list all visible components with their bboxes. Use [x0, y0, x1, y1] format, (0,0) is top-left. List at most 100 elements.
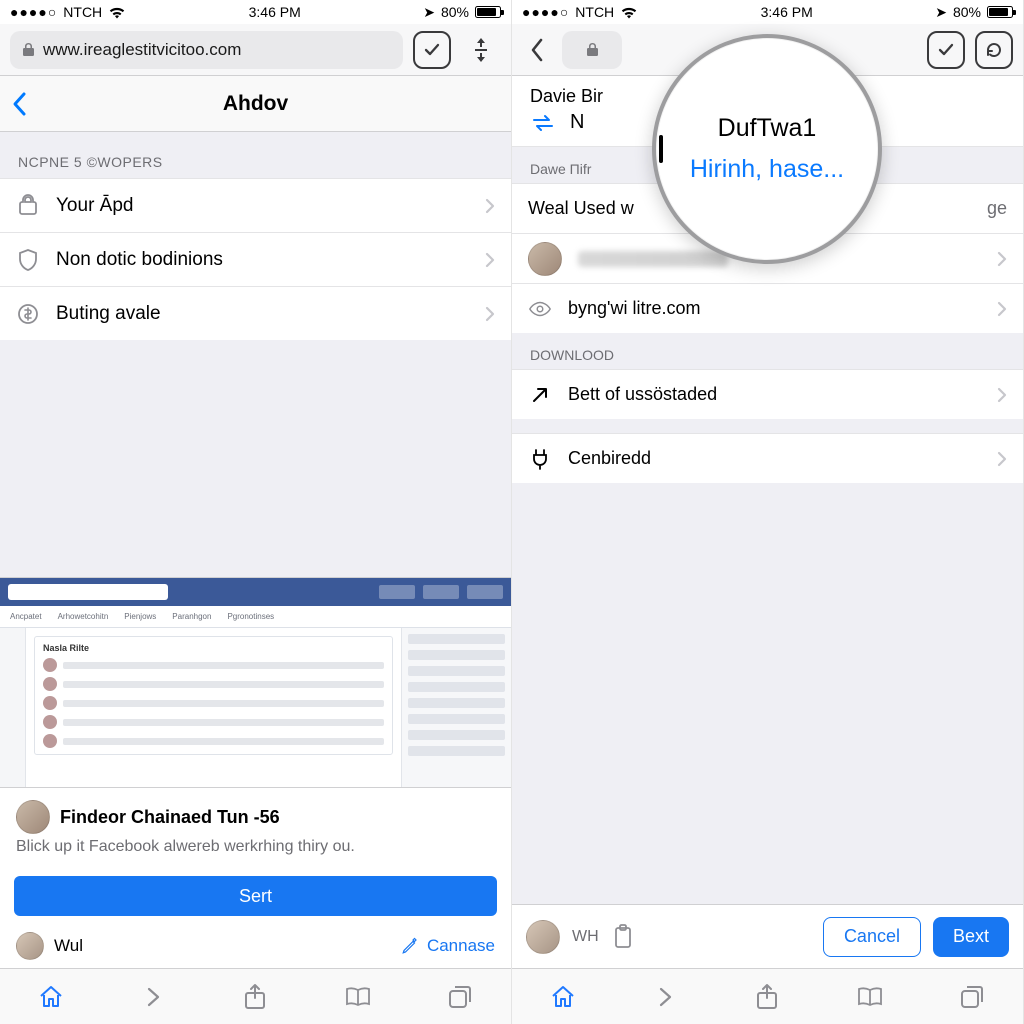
- fb-search-bar: [8, 584, 168, 600]
- battery-icon: [987, 6, 1013, 18]
- share-icon: [754, 983, 780, 1011]
- tabs-icon: [447, 984, 473, 1010]
- coin-icon: [16, 302, 40, 326]
- page-title-bar: Ahdov: [0, 76, 511, 132]
- preview-subtitle: Blick up it Facebook alwereb werkrhing t…: [16, 838, 495, 856]
- tabs-tab[interactable]: [958, 983, 986, 1011]
- wifi-icon: [620, 6, 638, 19]
- chevron-right-icon: [997, 451, 1007, 467]
- location-icon: ➤: [423, 4, 435, 21]
- mini-left-label: Wul: [54, 936, 83, 956]
- chevron-left-icon: [529, 37, 545, 63]
- row-site[interactable]: byng'wi litre.com: [512, 283, 1023, 333]
- status-bar: ●●●●○ NTCH 3:46 PM ➤ 80%: [512, 0, 1023, 24]
- back-button[interactable]: [10, 90, 28, 118]
- chevron-right-icon: [656, 985, 674, 1009]
- clipboard-icon[interactable]: [611, 924, 635, 950]
- row-cenbiredd[interactable]: Cenbiredd: [512, 433, 1023, 483]
- wifi-icon: [108, 6, 126, 19]
- fb-box-heading: Nasla Rilte: [43, 643, 384, 653]
- chevron-left-icon: [10, 90, 28, 118]
- chevron-right-icon: [997, 251, 1007, 267]
- bookmarks-tab[interactable]: [344, 983, 372, 1011]
- wh-label: WH: [572, 928, 599, 946]
- battery-pct: 80%: [441, 4, 469, 20]
- home-icon: [37, 983, 65, 1011]
- carrier-label: NTCH: [63, 4, 102, 20]
- clock: 3:46 PM: [761, 4, 813, 20]
- checkmark-icon: [938, 43, 954, 57]
- right-screenshot: ●●●●○ NTCH 3:46 PM ➤ 80% Davie Bir: [512, 0, 1024, 1024]
- shield-icon: [16, 248, 40, 272]
- share-icon: [242, 983, 268, 1011]
- reload-icon: [985, 41, 1003, 59]
- row-label: Bett of ussöstaded: [568, 384, 981, 405]
- magnifier-loupe: DufTwa1 Hirinh, hase...: [652, 34, 882, 264]
- avatar: [16, 932, 44, 960]
- mini-right-link[interactable]: Cannase: [427, 936, 495, 956]
- battery-icon: [475, 6, 501, 18]
- chevron-right-icon: [144, 985, 162, 1009]
- checkmark-icon: [424, 43, 440, 57]
- link-preview-card: AncpatetArhowetcohitnPienjowsParanhgonPg…: [0, 577, 511, 968]
- row-buting[interactable]: Buting avale: [0, 286, 511, 340]
- chevron-right-icon: [485, 198, 495, 214]
- preview-screenshot: AncpatetArhowetcohitnPienjowsParanhgonPg…: [0, 578, 511, 788]
- url-field[interactable]: [562, 31, 622, 69]
- carrier-label: NTCH: [575, 4, 614, 20]
- row-label: Weal Used w: [528, 198, 634, 219]
- pen-icon: [401, 937, 419, 955]
- bookmarks-tab[interactable]: [856, 983, 884, 1011]
- chevron-right-icon: [485, 306, 495, 322]
- row-label: Non dotic bodinions: [56, 249, 469, 271]
- plug-icon: [528, 447, 552, 471]
- lock-icon: [586, 42, 599, 57]
- status-bar: ●●●●○ NTCH 3:46 PM ➤ 80%: [0, 0, 511, 24]
- reload-button[interactable]: [975, 31, 1013, 69]
- arrow-up-right-icon: [528, 383, 552, 407]
- row-non-dotic[interactable]: Non dotic bodinions: [0, 232, 511, 286]
- signal-dots: ●●●●○: [522, 4, 569, 20]
- book-icon: [856, 985, 884, 1009]
- row-your-apd[interactable]: Your Āpd: [0, 178, 511, 232]
- next-button[interactable]: Bext: [933, 917, 1009, 957]
- primary-button[interactable]: Sert: [14, 876, 497, 916]
- row-label: byng'wi litre.com: [568, 298, 981, 319]
- preview-title: Findeor Chainaed Tun -56: [60, 807, 280, 828]
- signal-dots: ●●●●○: [10, 4, 57, 20]
- tabs-tab[interactable]: [446, 983, 474, 1011]
- home-tab[interactable]: [37, 983, 65, 1011]
- home-tab[interactable]: [549, 983, 577, 1011]
- bottom-action-bar: WH Cancel Bext: [512, 904, 1023, 968]
- reader-toggle[interactable]: [413, 31, 451, 69]
- blurred-name: [578, 251, 728, 267]
- address-bar: www.ireaglestitvicitoo.com: [0, 24, 511, 76]
- url-text: www.ireaglestitvicitoo.com: [43, 40, 241, 60]
- forward-tab[interactable]: [139, 983, 167, 1011]
- row-bett[interactable]: Bett of ussöstaded: [512, 369, 1023, 419]
- sync-icon: [530, 113, 556, 133]
- avatar: [16, 800, 50, 834]
- chevron-right-icon: [997, 301, 1007, 317]
- preview-mini-row: Wul Cannase: [0, 926, 511, 968]
- avatar: [528, 242, 562, 276]
- format-icon: [471, 36, 491, 64]
- left-screenshot: ●●●●○ NTCH 3:46 PM ➤ 80% www.ireaglestit…: [0, 0, 512, 1024]
- lock-icon: [22, 42, 35, 57]
- cancel-button[interactable]: Cancel: [823, 917, 921, 957]
- forward-tab[interactable]: [651, 983, 679, 1011]
- home-icon: [549, 983, 577, 1011]
- reader-toggle[interactable]: [927, 31, 965, 69]
- eye-icon: [528, 297, 552, 321]
- share-tab[interactable]: [241, 983, 269, 1011]
- url-field[interactable]: www.ireaglestitvicitoo.com: [10, 31, 403, 69]
- share-tab[interactable]: [753, 983, 781, 1011]
- cursor-handle: [659, 135, 663, 163]
- avatar: [526, 920, 560, 954]
- magnifier-line1: DufTwa1: [718, 114, 817, 143]
- reader-format-button[interactable]: [461, 36, 501, 64]
- chevron-right-icon: [485, 252, 495, 268]
- back-button[interactable]: [522, 37, 552, 63]
- section-header-1: NCPNE 5 ©WOPERS: [0, 132, 511, 178]
- chevron-right-icon: [997, 387, 1007, 403]
